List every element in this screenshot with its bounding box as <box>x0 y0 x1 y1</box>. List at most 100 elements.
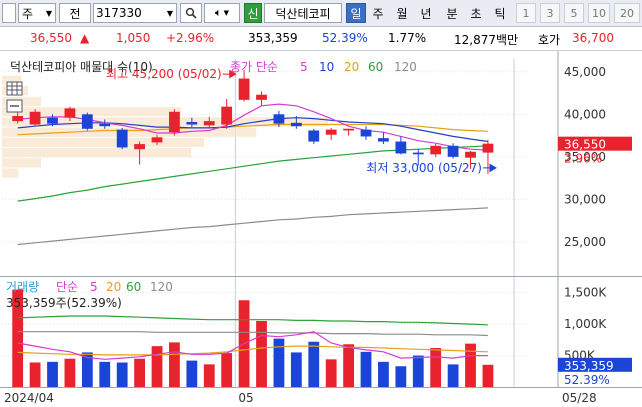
y-tick-label: 40,000 <box>564 107 606 121</box>
period-tab-second[interactable]: 초 <box>466 3 486 23</box>
candle-body <box>378 138 389 142</box>
volume-ratio: 52.39% <box>322 31 368 45</box>
trade-amount: 12,877백만 <box>454 33 519 47</box>
candle-body <box>99 123 111 127</box>
volume-bar <box>203 364 215 387</box>
candle-body <box>465 151 476 158</box>
volume-bar <box>412 355 424 387</box>
volume-bar <box>273 338 285 387</box>
chart-settings-icon[interactable] <box>6 81 23 96</box>
interval-label: 1 <box>522 6 530 20</box>
volume-legend-title: 거래량 <box>6 280 39 294</box>
interval-button-1[interactable]: 1 <box>516 3 536 23</box>
code-field[interactable]: ▼ <box>93 3 177 23</box>
candle-body <box>12 116 24 122</box>
legend-ma120: 120 <box>394 60 417 74</box>
volume-profile-bar <box>2 168 19 178</box>
candle-body <box>447 145 459 157</box>
volume-profile-bar <box>2 148 192 158</box>
volume-bar <box>378 361 389 387</box>
legend-vma5: 5 <box>90 280 98 294</box>
candle-body <box>169 111 180 133</box>
interval-label: 20 <box>620 6 634 20</box>
period-tab-month[interactable]: 월 <box>392 3 412 23</box>
speaker-icon: 🔈︎ <box>215 6 222 19</box>
volume-bar <box>221 353 233 387</box>
volume-bar <box>308 341 320 387</box>
low-annotation: 최저 33,000 (05/27) <box>366 161 482 175</box>
interval-button-3[interactable]: 3 <box>540 3 560 23</box>
interval-button-20[interactable]: 20 <box>614 3 640 23</box>
legend-ma60: 60 <box>368 60 383 74</box>
interval-label: 10 <box>592 6 606 20</box>
interval-button-5[interactable]: 5 <box>564 3 584 23</box>
turnover-rate: 1.77% <box>388 31 427 45</box>
volume-bar <box>116 362 128 387</box>
period-tab-label: 분 <box>446 6 458 21</box>
stock-name-field[interactable]: 덕산테코피 <box>264 3 342 23</box>
candle-body <box>221 106 233 125</box>
volume-profile-bar <box>2 137 205 148</box>
x-axis-label: 05 <box>238 391 253 405</box>
current-vol-pct-tag: 52.39% <box>564 373 610 387</box>
legend-ma5: 5 <box>300 60 308 74</box>
chevron-down-icon: ▼ <box>166 8 173 18</box>
candle-body <box>203 121 215 126</box>
high-annotation: 최고 45,200 (05/02) <box>106 67 222 81</box>
period-tab-label: 주 <box>372 6 384 21</box>
type-select[interactable]: 주 ▼ <box>18 3 56 23</box>
x-axis-label: 05/28 <box>562 391 597 405</box>
bid-label: 호가 <box>538 33 561 47</box>
prev-button[interactable]: 전 <box>59 3 91 23</box>
volume-bar <box>465 343 476 387</box>
candle-body <box>412 152 424 155</box>
code-input[interactable] <box>94 6 164 20</box>
candle-body <box>290 122 302 127</box>
sound-button[interactable]: 🔈︎ ▼ <box>204 3 240 23</box>
price-legend-ma-label: 종가 단순 <box>230 60 278 74</box>
stock-chart[interactable]: 덕산테코피아 매물대 수(10) 종가 단순 5 10 20 60 120 최고… <box>0 51 642 407</box>
period-tab-day[interactable]: 일 <box>346 3 366 23</box>
period-tab-year[interactable]: 년 <box>416 3 436 23</box>
price-change: 1,050 <box>116 31 151 45</box>
new-stock-button[interactable]: 신 <box>244 3 262 23</box>
current-price-tag-label: 36,550 <box>564 138 606 152</box>
market-checkbox[interactable] <box>2 3 16 23</box>
volume-bar <box>256 321 267 387</box>
volume-bar <box>447 364 459 387</box>
interval-label: 3 <box>546 6 554 20</box>
volume-tick-label: 1,000K <box>564 317 607 331</box>
period-tab-tick[interactable]: 틱 <box>490 3 510 23</box>
search-icon <box>185 7 197 19</box>
period-tab-label: 일 <box>350 6 362 21</box>
volume-bar <box>151 346 163 387</box>
volume-tick-label: 1,500K <box>564 286 607 300</box>
chevron-down-icon: ▼ <box>223 9 229 17</box>
candle-body <box>151 137 163 143</box>
volume-bar <box>482 364 494 387</box>
candle-body <box>395 141 407 154</box>
candle-body <box>238 78 250 100</box>
interval-button-10[interactable]: 10 <box>588 3 610 23</box>
candle-body <box>308 130 320 142</box>
minimize-icon[interactable] <box>6 99 23 113</box>
volume-bar <box>290 352 302 387</box>
current-price: 36,550 <box>30 31 72 45</box>
price-change-pct: +2.96% <box>166 31 215 45</box>
y-tick-label: 30,000 <box>564 192 606 206</box>
volume-bar <box>169 342 180 387</box>
volume-bar <box>325 359 337 387</box>
search-button[interactable] <box>180 3 202 23</box>
volume-bar <box>99 361 111 387</box>
candle-body <box>325 129 337 135</box>
period-tab-minute[interactable]: 분 <box>442 3 462 23</box>
y-tick-label: 45,000 <box>564 65 606 79</box>
volume-bar <box>134 358 145 387</box>
stock-name: 덕산테코피 <box>275 6 331 21</box>
period-tab-week[interactable]: 주 <box>368 3 388 23</box>
volume-profile-bar <box>2 127 257 137</box>
candle-body <box>116 129 128 148</box>
period-tab-label: 년 <box>420 6 432 21</box>
candle-body <box>482 143 494 153</box>
volume-legend-ma-label: 단순 <box>56 280 78 294</box>
